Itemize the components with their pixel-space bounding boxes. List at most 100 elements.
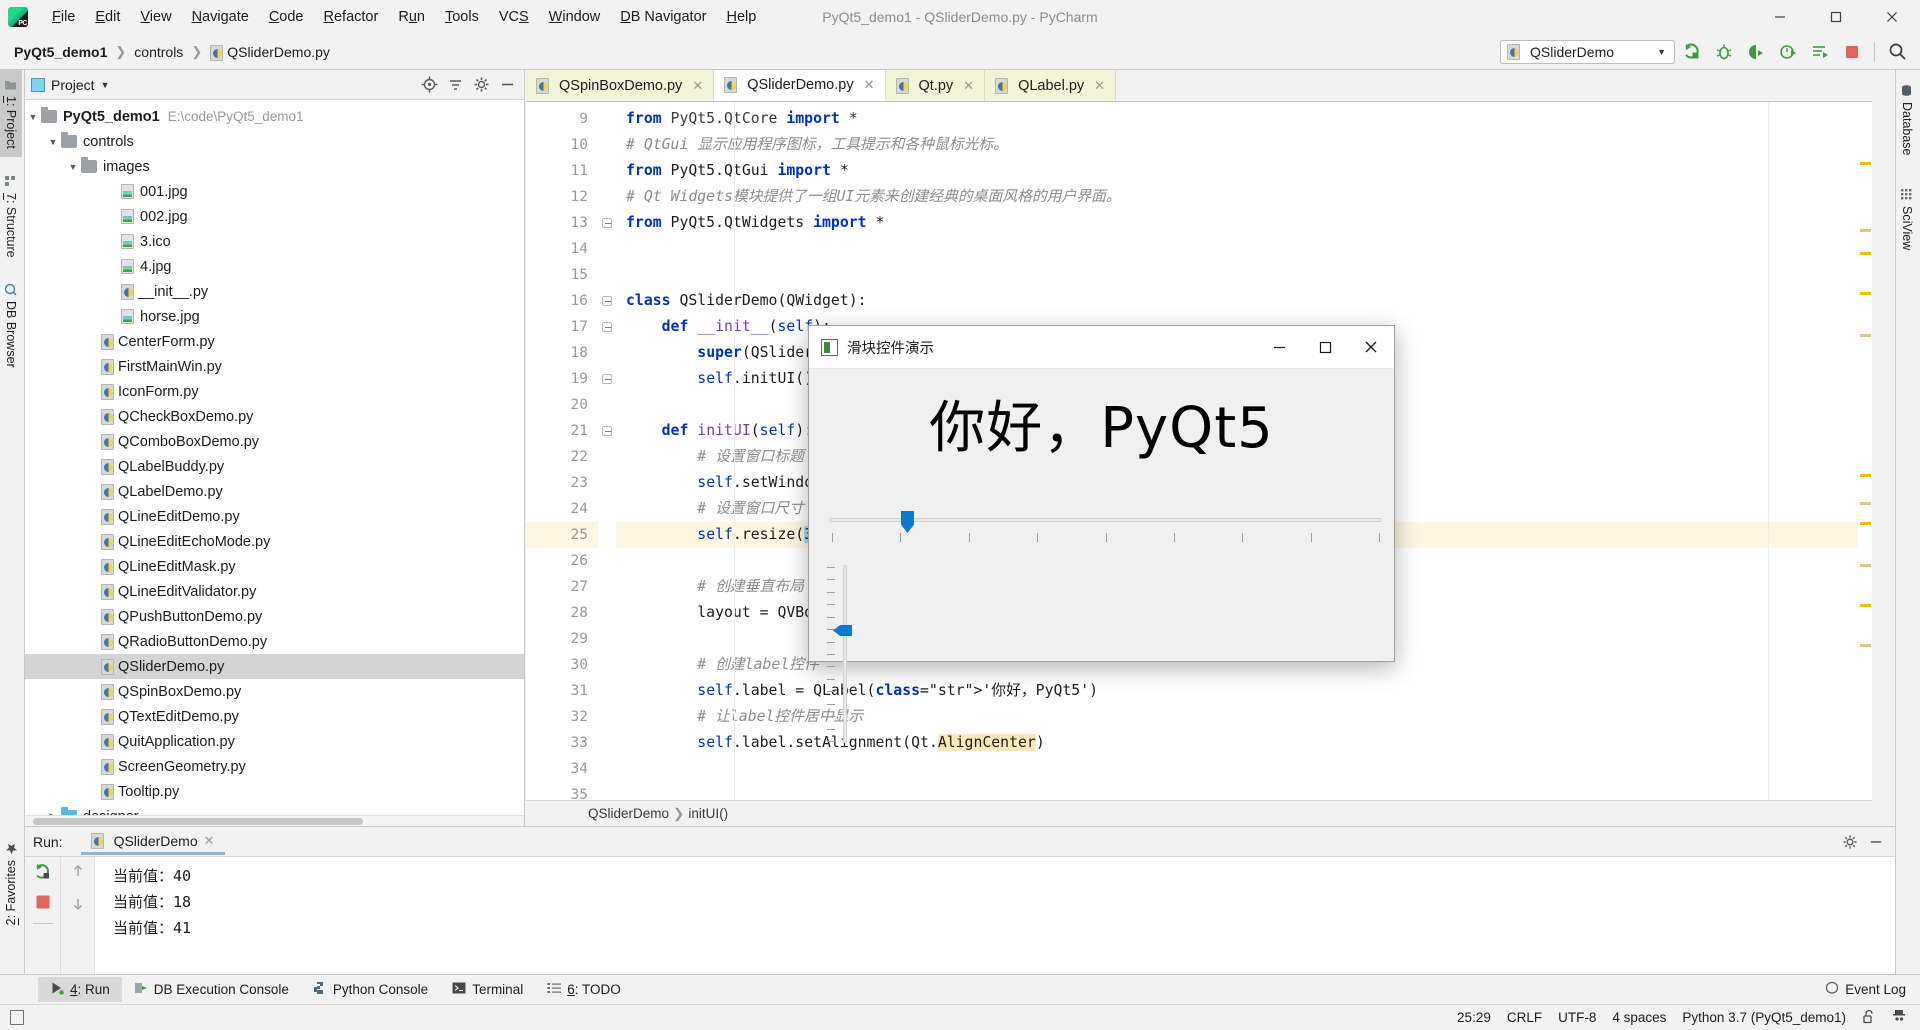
fold-marker-icon[interactable] xyxy=(602,322,612,332)
fold-marker-slot[interactable] xyxy=(598,704,616,730)
tree-item-qpushbuttondemo-py[interactable]: QPushButtonDemo.py xyxy=(25,604,524,629)
fold-marker-slot[interactable] xyxy=(598,236,616,262)
event-log-button[interactable]: Event Log xyxy=(1825,981,1920,998)
up-arrow-icon[interactable] xyxy=(70,863,86,882)
tree-item-qspinboxdemo-py[interactable]: QSpinBoxDemo.py xyxy=(25,679,524,704)
run-console-output[interactable]: 当前值：40 当前值：18 当前值：41 xyxy=(95,857,1895,974)
code-line[interactable]: class QSliderDemo(QWidget): xyxy=(616,288,1872,314)
scroll-from-source-icon[interactable] xyxy=(418,74,440,96)
vertical-slider[interactable] xyxy=(827,565,857,743)
hide-panel-icon[interactable] xyxy=(496,74,518,96)
sidebar-item-project[interactable]: 1: Project xyxy=(0,70,22,157)
tree-item-horse-jpg[interactable]: horse.jpg xyxy=(25,304,524,329)
fold-marker-slot[interactable] xyxy=(598,444,616,470)
menu-refactor[interactable]: Refactor xyxy=(314,6,389,28)
chevron-down-icon[interactable]: ▼ xyxy=(45,137,61,147)
tree-item-qcomboboxdemo-py[interactable]: QComboBoxDemo.py xyxy=(25,429,524,454)
fold-marker-slot[interactable] xyxy=(598,184,616,210)
error-stripe[interactable] xyxy=(1858,134,1872,774)
fold-marker-slot[interactable] xyxy=(598,132,616,158)
breadcrumb-project[interactable]: PyQt5_demo1 xyxy=(10,43,111,61)
fold-marker-slot[interactable] xyxy=(598,158,616,184)
menu-tools[interactable]: Tools xyxy=(435,6,489,28)
tree-item-controls[interactable]: ▼ controls xyxy=(25,129,524,154)
editor-tab-qt-py[interactable]: Qt.py ✕ xyxy=(885,70,986,101)
breadcrumb-folder[interactable]: controls xyxy=(130,43,187,61)
window-maximize-button[interactable] xyxy=(1808,0,1864,34)
tree-item-designer[interactable]: ▶designer xyxy=(25,804,524,815)
stop-button[interactable] xyxy=(1837,38,1867,66)
profile-button[interactable] xyxy=(1773,38,1803,66)
tree-item-qlineeditmask-py[interactable]: QLineEditMask.py xyxy=(25,554,524,579)
tree-item-4-jpg[interactable]: 4.jpg xyxy=(25,254,524,279)
code-line[interactable] xyxy=(616,756,1872,782)
fold-marker-slot[interactable] xyxy=(598,756,616,782)
fold-marker-slot[interactable] xyxy=(598,652,616,678)
tree-item-qsliderdemo-py[interactable]: QSliderDemo.py xyxy=(25,654,524,679)
run-configuration-selector[interactable]: QSliderDemo ▼ xyxy=(1500,39,1675,64)
tree-item-init-py[interactable]: __init__.py xyxy=(25,279,524,304)
fold-marker-slot[interactable] xyxy=(598,574,616,600)
debug-button[interactable] xyxy=(1709,38,1739,66)
project-tree-horizontal-scrollbar[interactable] xyxy=(25,815,524,826)
tree-item-qcheckboxdemo-py[interactable]: QCheckBoxDemo.py xyxy=(25,404,524,429)
fold-marker-slot[interactable] xyxy=(598,418,616,444)
editor-tab-qlabel-py[interactable]: QLabel.py ✕ xyxy=(985,70,1117,101)
indent-setting[interactable]: 4 spaces xyxy=(1612,1010,1666,1025)
tree-item-iconform-py[interactable]: IconForm.py xyxy=(25,379,524,404)
tree-item-firstmainwin-py[interactable]: FirstMainWin.py xyxy=(25,354,524,379)
run-button[interactable] xyxy=(1677,38,1707,66)
fold-marker-slot[interactable] xyxy=(598,366,616,392)
bottom-tab-python-console[interactable]: Python Console xyxy=(301,977,440,1002)
gear-icon[interactable] xyxy=(470,74,492,96)
hide-panel-icon[interactable] xyxy=(1865,831,1887,853)
code-line[interactable]: self.label = QLabel(class="str">'你好，PyQt… xyxy=(616,678,1872,704)
code-line[interactable]: # QtGui 显示应用程序图标，工具提示和各种鼠标光标。 xyxy=(616,132,1872,158)
close-icon[interactable]: ✕ xyxy=(864,77,875,93)
fold-marker-slot[interactable] xyxy=(598,548,616,574)
menu-window[interactable]: Window xyxy=(539,6,611,28)
fold-marker-slot[interactable] xyxy=(598,600,616,626)
window-close-button[interactable] xyxy=(1864,0,1920,34)
chevron-down-icon[interactable]: ▼ xyxy=(25,112,41,122)
fold-marker-slot[interactable] xyxy=(598,314,616,340)
code-line[interactable]: # 让label控件居中显示 xyxy=(616,704,1872,730)
close-icon[interactable]: ✕ xyxy=(692,78,703,94)
menu-help[interactable]: Help xyxy=(716,6,766,28)
fold-marker-icon[interactable] xyxy=(602,374,612,384)
menu-db-navigator[interactable]: DB Navigator xyxy=(610,6,716,28)
stop-icon[interactable] xyxy=(35,894,51,913)
horizontal-slider-handle[interactable] xyxy=(901,511,914,533)
tree-item-qlabeldemo-py[interactable]: QLabelDemo.py xyxy=(25,479,524,504)
menu-run[interactable]: Run xyxy=(388,6,435,28)
editor-breadcrumb-class[interactable]: QSliderDemo xyxy=(588,806,669,821)
window-minimize-button[interactable] xyxy=(1752,0,1808,34)
sidebar-item-sciview[interactable]: SciView xyxy=(1896,180,1918,258)
tree-item-001-jpg[interactable]: 001.jpg xyxy=(25,179,524,204)
popup-maximize-button[interactable] xyxy=(1302,326,1348,369)
popup-minimize-button[interactable] xyxy=(1256,326,1302,369)
collapse-all-icon[interactable] xyxy=(444,74,466,96)
breadcrumb-file[interactable]: QSliderDemo.py xyxy=(206,43,334,61)
editor-tab-qspinboxdemo-py[interactable]: QSpinBoxDemo.py ✕ xyxy=(526,70,715,101)
close-icon[interactable]: ✕ xyxy=(204,833,215,849)
fold-marker-icon[interactable] xyxy=(602,426,612,436)
tree-item-pyqt5-demo1[interactable]: ▼ PyQt5_demo1 E:\code\PyQt5_demo1 xyxy=(25,104,524,129)
qslider-demo-window[interactable]: 滑块控件演示 你好，PyQt5 xyxy=(808,325,1395,743)
code-line[interactable] xyxy=(616,262,1872,288)
fold-marker-slot[interactable] xyxy=(598,340,616,366)
code-line[interactable]: from PyQt5.QtWidgets import * xyxy=(616,210,1872,236)
down-arrow-icon[interactable] xyxy=(70,896,86,915)
python-interpreter[interactable]: Python 3.7 (PyQt5_demo1) xyxy=(1682,1010,1846,1025)
code-line[interactable] xyxy=(616,782,1872,800)
fold-marker-slot[interactable] xyxy=(598,106,616,132)
fold-marker-slot[interactable] xyxy=(598,288,616,314)
menu-view[interactable]: View xyxy=(130,6,181,28)
line-separator[interactable]: CRLF xyxy=(1507,1010,1542,1025)
bottom-tab-terminal[interactable]: Terminal xyxy=(440,977,535,1002)
sidebar-item-favorites[interactable]: 2: Favorites xyxy=(0,834,22,933)
gear-icon[interactable] xyxy=(1839,831,1861,853)
tree-item-images[interactable]: ▼ images xyxy=(25,154,524,179)
fold-marker-slot[interactable] xyxy=(598,730,616,756)
tree-item-qtexteditdemo-py[interactable]: QTextEditDemo.py xyxy=(25,704,524,729)
